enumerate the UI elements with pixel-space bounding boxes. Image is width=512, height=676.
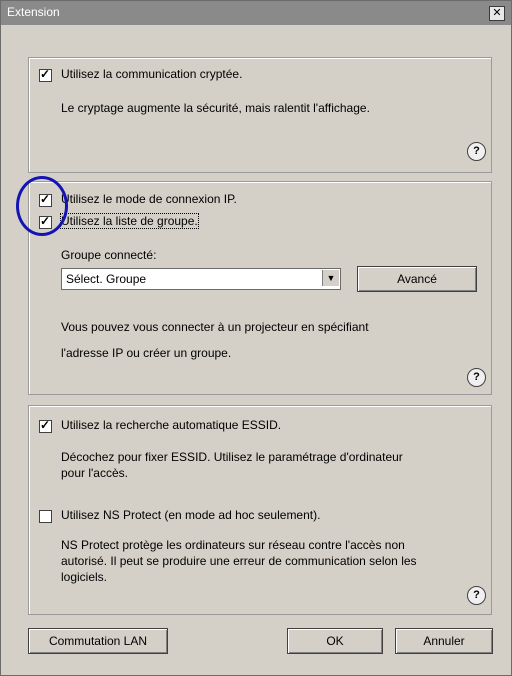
- encryption-description: Le cryptage augmente la sécurité, mais r…: [61, 101, 370, 115]
- extension-dialog: Extension ✕ ✓ Utilisez la communication …: [0, 0, 512, 676]
- help-icon[interactable]: ?: [467, 142, 486, 161]
- group-label: Groupe connecté:: [61, 248, 157, 262]
- network-panel: ✓ Utilisez la recherche automatique ESSI…: [28, 405, 492, 615]
- encryption-checkbox[interactable]: ✓: [39, 67, 52, 82]
- title-bar: Extension ✕: [1, 1, 511, 25]
- ns-desc-line2: autorisé. Il peut se produire une erreur…: [61, 554, 417, 568]
- ns-protect-checkbox[interactable]: [39, 510, 52, 523]
- close-icon[interactable]: ✕: [489, 6, 505, 21]
- cancel-button[interactable]: Annuler: [395, 628, 493, 654]
- encryption-panel: ✓ Utilisez la communication cryptée. Le …: [28, 57, 492, 173]
- ns-protect-label: Utilisez NS Protect (en mode ad hoc seul…: [61, 508, 321, 522]
- essid-desc-line1: Décochez pour fixer ESSID. Utilisez le p…: [61, 450, 403, 464]
- ns-desc-line1: NS Protect protège les ordinateurs sur r…: [61, 538, 405, 552]
- help-icon[interactable]: ?: [467, 368, 486, 387]
- lan-switch-button[interactable]: Commutation LAN: [28, 628, 168, 654]
- ip-connection-panel: ✓ Utilisez le mode de connexion IP. ✓ Ut…: [28, 181, 492, 395]
- group-select[interactable]: Sélect. Groupe ▼: [61, 268, 341, 290]
- ip-mode-label: Utilisez le mode de connexion IP.: [61, 192, 237, 206]
- essid-desc-line2: pour l'accès.: [61, 466, 128, 480]
- essid-checkbox[interactable]: ✓: [39, 418, 52, 433]
- check-icon: ✓: [40, 418, 51, 432]
- group-select-value: Sélect. Groupe: [66, 272, 147, 286]
- help-icon[interactable]: ?: [467, 586, 486, 605]
- group-list-label: Utilisez la liste de groupe.: [60, 213, 199, 229]
- annotation-circle: [16, 176, 68, 236]
- check-icon: ✓: [40, 67, 51, 81]
- window-title: Extension: [7, 5, 60, 19]
- ok-button[interactable]: OK: [287, 628, 383, 654]
- advanced-button[interactable]: Avancé: [357, 266, 477, 292]
- essid-label: Utilisez la recherche automatique ESSID.: [61, 418, 282, 432]
- ns-desc-line3: logiciels.: [61, 570, 108, 584]
- ip-description-line1: Vous pouvez vous connecter à un projecte…: [61, 320, 369, 334]
- encryption-label: Utilisez la communication cryptée.: [61, 67, 243, 81]
- chevron-down-icon[interactable]: ▼: [322, 270, 339, 286]
- ip-description-line2: l'adresse IP ou créer un groupe.: [61, 346, 232, 360]
